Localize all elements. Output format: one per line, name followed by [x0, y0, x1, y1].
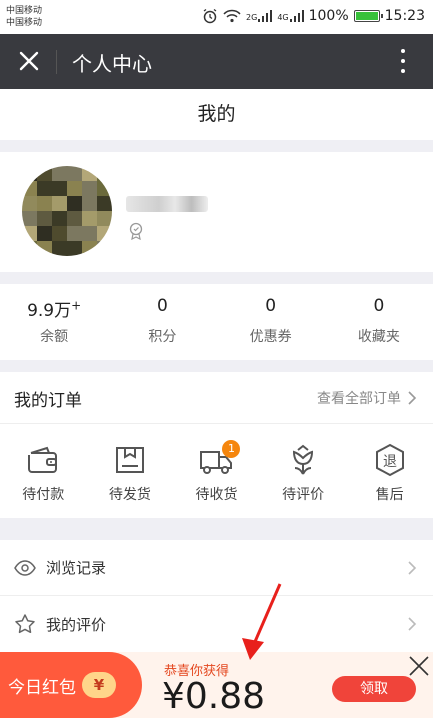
eye-icon — [14, 559, 36, 576]
menu-browse-history[interactable]: 浏览记录 — [0, 540, 433, 596]
stat-coupons[interactable]: 0 优惠券 — [217, 284, 325, 360]
view-all-label: 查看全部订单 — [317, 391, 401, 407]
order-status-row: 待付款 待发货 1 待收货 待评价 退 售后 — [0, 424, 433, 518]
signal-bars-icon — [289, 10, 304, 22]
signal-2g-label: 2G — [246, 13, 258, 22]
title-bar: 个人中心 — [0, 34, 433, 89]
order-pending-ship[interactable]: 待发货 — [87, 424, 174, 518]
more-dot — [401, 69, 405, 73]
battery-icon — [353, 10, 383, 22]
menu-my-reviews[interactable]: 我的评价 — [0, 596, 433, 652]
red-packet-banner[interactable]: 今日红包 ¥ 恭喜你获得 ¥0.88 领取 — [0, 652, 433, 718]
banner-left-label: 今日红包 — [8, 677, 76, 698]
order-label: 待收货 — [195, 487, 238, 503]
chevron-right-icon — [408, 561, 417, 575]
divider — [56, 50, 57, 74]
signal-4g-label: 4G — [277, 13, 289, 22]
page-title: 个人中心 — [72, 52, 152, 76]
menu-label: 我的评价 — [46, 615, 107, 634]
chevron-right-icon — [408, 391, 417, 405]
stat-label: 优惠券 — [249, 329, 292, 345]
notification-badge: 1 — [222, 440, 241, 458]
orders-title: 我的订单 — [14, 391, 82, 411]
signal-4g: 4G — [277, 10, 304, 22]
stat-value: 0 — [156, 296, 168, 316]
order-label: 售后 — [375, 487, 404, 503]
order-label: 待评价 — [282, 487, 325, 503]
wifi-icon — [223, 9, 241, 23]
chevron-right-icon — [408, 617, 417, 631]
menu-list: 浏览记录 我的评价 — [0, 540, 433, 652]
close-button[interactable] — [10, 42, 48, 80]
more-dot — [401, 59, 405, 63]
coin-icon: ¥ — [82, 672, 116, 698]
signal-2g: 2G — [246, 10, 273, 22]
alarm-icon — [203, 8, 217, 24]
stats-row: 9.9万+ 余额 0 积分 0 优惠券 0 收藏夹 — [0, 284, 433, 360]
order-pending-payment[interactable]: 待付款 — [0, 424, 87, 518]
banner-left-tag: 今日红包 ¥ — [0, 652, 142, 718]
stat-balance[interactable]: 9.9万+ 余额 — [0, 284, 108, 360]
banner-close-icon[interactable] — [407, 654, 431, 678]
wallet-icon — [28, 446, 58, 473]
username-blurred — [126, 196, 208, 212]
view-all-orders-link[interactable]: 查看全部订单 — [317, 388, 417, 408]
carrier-line-1: 中国移动 — [6, 6, 43, 16]
battery-percent: 100% — [308, 8, 349, 24]
return-glyph: 退 — [383, 454, 397, 470]
stat-favorites[interactable]: 0 收藏夹 — [325, 284, 433, 360]
clock: 15:23 — [384, 8, 425, 24]
order-pending-receipt[interactable]: 1 待收货 — [173, 424, 260, 518]
profile-card[interactable] — [0, 152, 433, 272]
more-options-button[interactable] — [391, 46, 415, 76]
more-dot — [401, 49, 405, 53]
member-badge-icon — [129, 222, 143, 240]
stat-points[interactable]: 0 积分 — [108, 284, 216, 360]
star-icon — [15, 614, 35, 634]
banner-amount: ¥0.88 — [162, 676, 266, 717]
status-indicators: 2G 4G 100% 15:23 — [202, 8, 425, 24]
flower-icon — [293, 444, 314, 475]
avatar[interactable] — [22, 166, 112, 256]
claim-button[interactable]: 领取 — [332, 676, 416, 702]
stat-value: 9.9万+ — [27, 298, 82, 321]
stat-label: 余额 — [40, 329, 69, 345]
signal-bars-icon — [258, 10, 273, 22]
order-label: 待发货 — [108, 487, 151, 503]
stat-value: 0 — [373, 296, 385, 316]
carrier-line-2: 中国移动 — [6, 18, 43, 28]
menu-label: 浏览记录 — [46, 559, 107, 577]
return-icon: 退 — [375, 443, 404, 477]
section-header: 我的 — [0, 89, 433, 140]
package-icon — [115, 447, 144, 473]
status-bar: 中国移动 中国移动 2G 4G 100% 15:23 — [0, 0, 433, 34]
order-after-sales[interactable]: 退 售后 — [346, 424, 433, 518]
close-icon — [19, 51, 39, 71]
stat-label: 收藏夹 — [357, 329, 400, 345]
orders-header: 我的订单 查看全部订单 — [0, 372, 433, 424]
stat-value: 0 — [265, 296, 277, 316]
carrier-text: 中国移动 中国移动 — [6, 5, 42, 29]
order-pending-review[interactable]: 待评价 — [260, 424, 347, 518]
stat-label: 积分 — [148, 329, 177, 345]
order-label: 待付款 — [22, 487, 65, 503]
